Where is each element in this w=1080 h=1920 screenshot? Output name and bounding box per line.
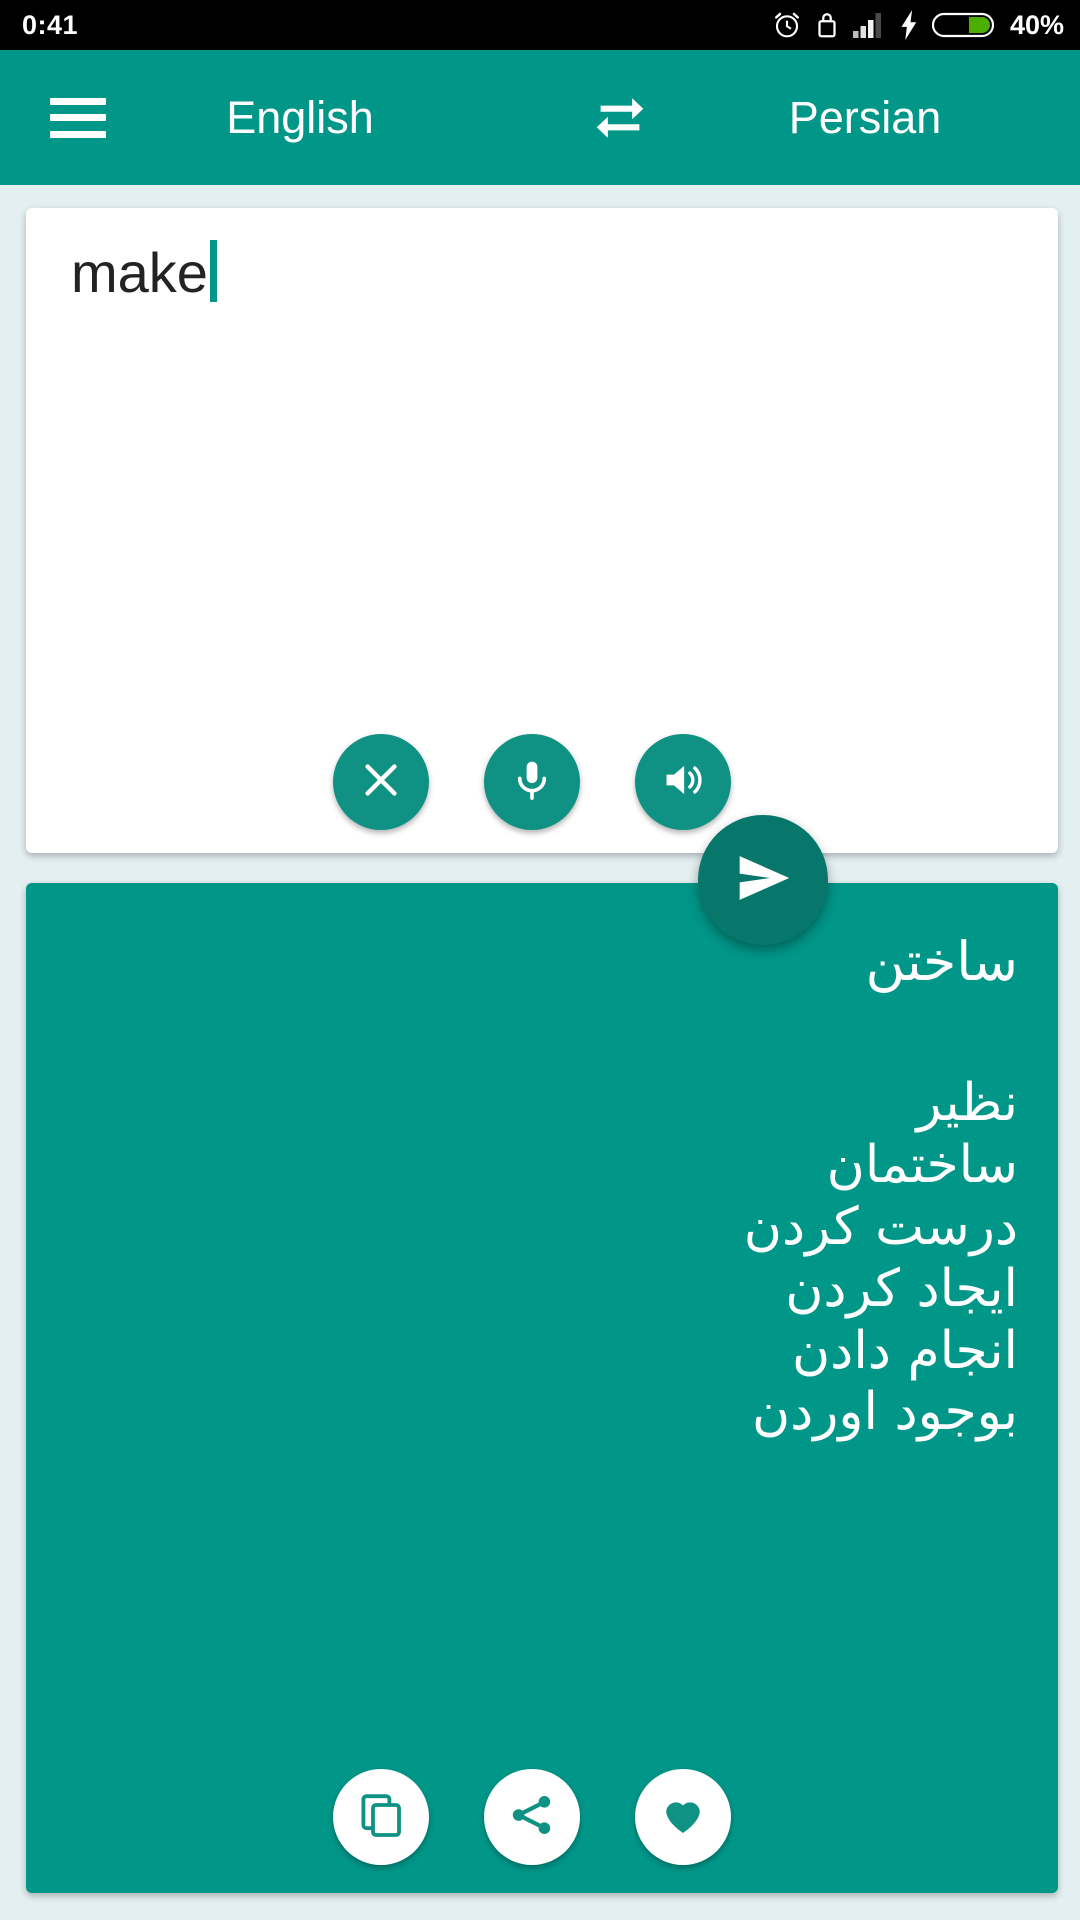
send-icon <box>728 843 798 918</box>
share-button[interactable] <box>484 1769 580 1865</box>
app-header: English Persian <box>0 50 1080 185</box>
app-root: 0:41 40% English Persian make ساختن نظیر… <box>0 0 1080 1920</box>
list-item: نظیر <box>916 1073 1018 1133</box>
share-icon <box>508 1791 556 1844</box>
translation-card[interactable]: ساختن نظیر ساختمان درست کردن ایجاد کردن … <box>26 883 1058 1893</box>
list-item: انجام دادن <box>791 1320 1018 1381</box>
close-icon <box>358 757 404 808</box>
list-item: ایجاد کردن <box>785 1258 1018 1319</box>
speak-source-button[interactable] <box>635 734 731 830</box>
translation-actions <box>26 1769 1058 1865</box>
copy-button[interactable] <box>333 1769 429 1865</box>
status-bar: 0:41 40% <box>0 0 1080 50</box>
status-clock: 0:41 <box>22 9 79 40</box>
source-actions <box>26 734 1058 830</box>
source-language-label[interactable]: English <box>160 95 440 140</box>
send-button[interactable] <box>698 815 828 945</box>
list-item: بوجود اوردن <box>751 1382 1018 1443</box>
list-item: ساختمان <box>826 1134 1018 1195</box>
favorite-button[interactable] <box>635 1769 731 1865</box>
battery-percent-label: 40% <box>1009 9 1064 40</box>
voice-input-button[interactable] <box>484 734 580 830</box>
target-language-label[interactable]: Persian <box>715 95 1015 140</box>
lock-icon <box>815 10 839 40</box>
speaker-icon <box>660 757 706 808</box>
clear-button[interactable] <box>333 734 429 830</box>
alternative-translations: نظیر ساختمان درست کردن ایجاد کردن انجام … <box>744 1073 1018 1444</box>
status-icons: 40% <box>772 10 1064 40</box>
source-text-value: make <box>71 241 208 304</box>
source-text-card[interactable]: make <box>26 208 1058 853</box>
source-text-input[interactable]: make <box>71 238 1018 308</box>
heart-icon <box>659 1791 707 1844</box>
swap-languages-icon[interactable] <box>578 76 662 160</box>
alarm-icon <box>772 10 802 40</box>
signal-icon <box>852 11 886 39</box>
microphone-icon <box>509 757 555 808</box>
list-item: درست کردن <box>743 1196 1018 1257</box>
battery-icon <box>931 10 994 40</box>
copy-icon <box>357 1791 405 1844</box>
text-cursor <box>209 240 217 302</box>
charging-bolt-icon <box>899 10 919 40</box>
hamburger-menu-icon[interactable] <box>50 97 106 138</box>
primary-translation: ساختن <box>865 930 1018 993</box>
